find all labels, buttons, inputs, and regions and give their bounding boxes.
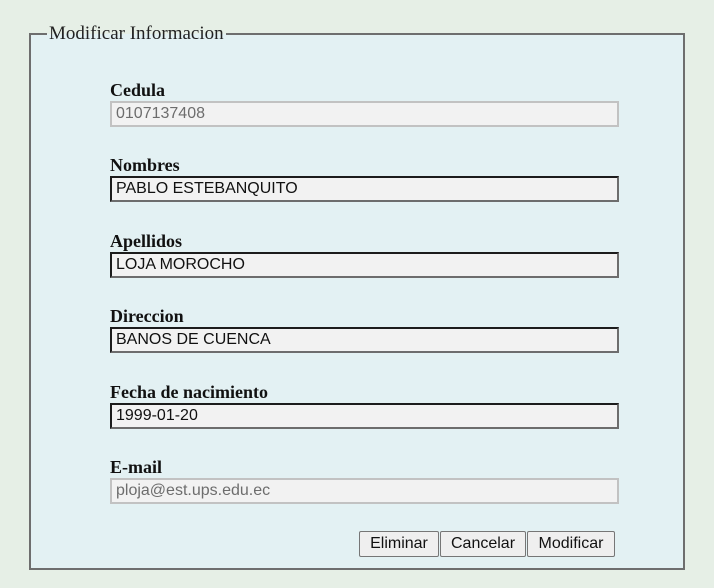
fecha-nacimiento-input[interactable] xyxy=(110,403,619,429)
nombres-input[interactable] xyxy=(110,176,619,202)
direccion-input[interactable] xyxy=(110,327,619,353)
email-input[interactable] xyxy=(110,478,619,504)
apellidos-label: Apellidos xyxy=(110,231,183,251)
form-legend: Modificar Informacion xyxy=(47,23,226,44)
fecha-nacimiento-label: Fecha de nacimiento xyxy=(110,382,268,402)
eliminar-button[interactable]: Eliminar xyxy=(359,531,439,557)
cancelar-button[interactable]: Cancelar xyxy=(440,531,526,557)
cedula-label: Cedula xyxy=(110,80,166,100)
apellidos-input[interactable] xyxy=(110,252,619,278)
email-label: E-mail xyxy=(110,457,162,477)
nombres-label: Nombres xyxy=(110,155,180,175)
modify-info-form: Modificar Informacion Cedula Nombres Ape… xyxy=(29,24,685,570)
cedula-input[interactable] xyxy=(110,101,619,127)
modificar-button[interactable]: Modificar xyxy=(527,531,615,557)
direccion-label: Direccion xyxy=(110,306,184,326)
